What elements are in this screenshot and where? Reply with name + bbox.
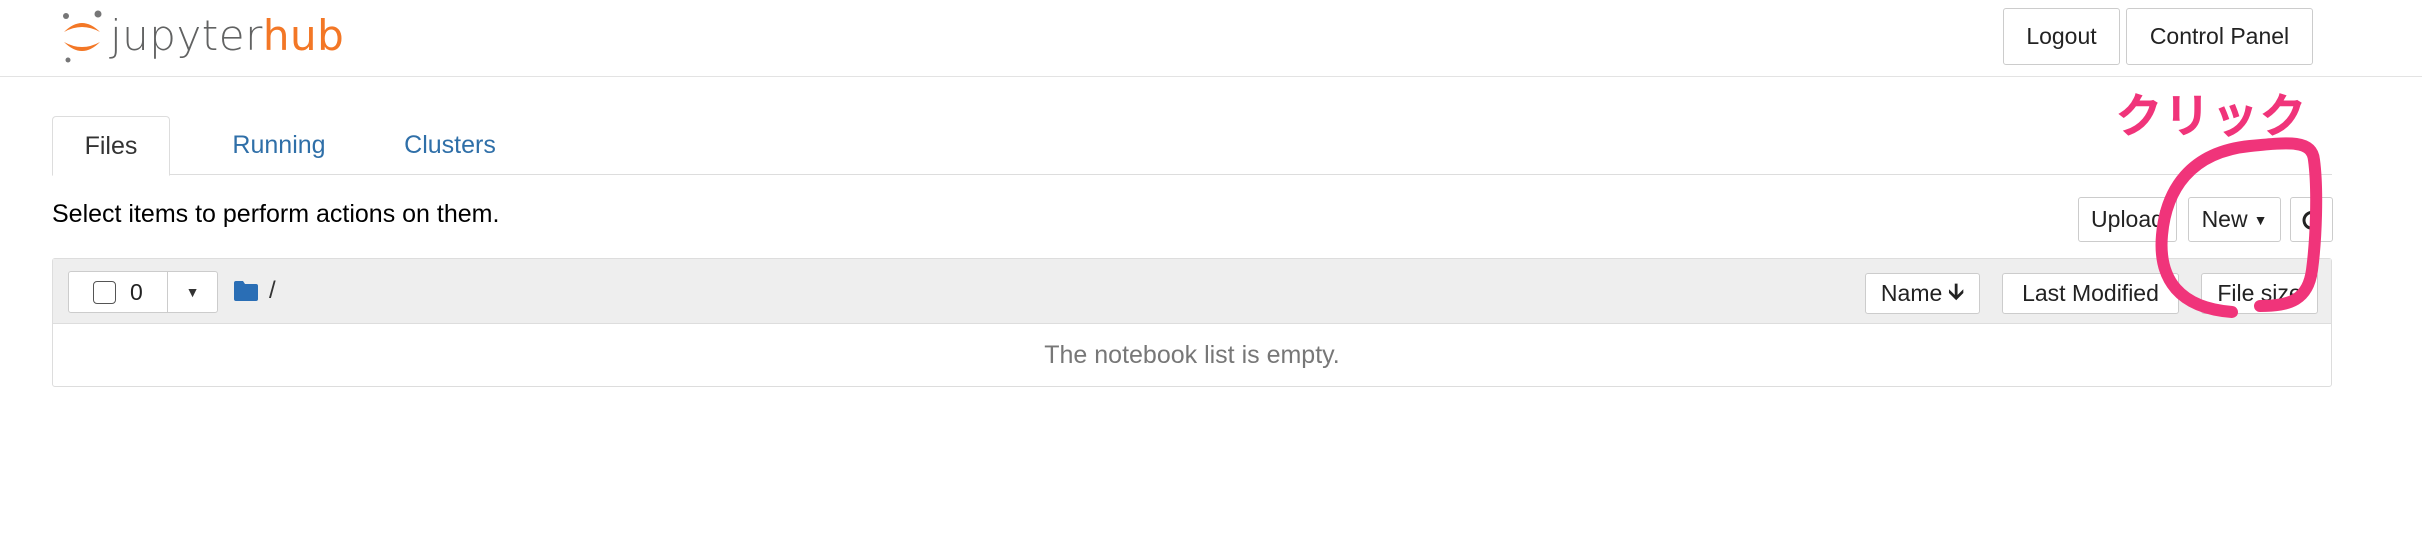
select-all-toggle[interactable]: 0	[69, 272, 168, 312]
annotation-circle-mark	[2155, 137, 2323, 318]
jupyter-logo-icon	[63, 10, 102, 63]
notebook-list-header: 0 ▼ / Name 🡫 Last Modified File size	[53, 259, 2331, 324]
selected-count: 0	[130, 278, 143, 305]
empty-list-message: The notebook list is empty.	[1044, 341, 1340, 369]
select-all-checkbox[interactable]	[93, 280, 116, 304]
breadcrumb-root[interactable]: /	[269, 277, 276, 305]
top-header: jupyterhub Logout Control Panel	[0, 0, 2422, 77]
select-all-group: 0 ▼	[68, 271, 218, 313]
logo-text-hub: hub	[262, 11, 345, 60]
arrow-down-icon: 🡫	[1948, 278, 1965, 304]
logout-button[interactable]: Logout	[2003, 8, 2120, 65]
jupyterhub-logo[interactable]: jupyterhub	[60, 4, 344, 68]
logo-text-jupyter: jupyter	[110, 11, 263, 60]
folder-icon	[234, 281, 258, 301]
breadcrumb[interactable]: /	[233, 277, 276, 305]
sort-name-label: Name	[1880, 280, 1943, 306]
tab-running[interactable]: Running	[189, 116, 369, 175]
sort-by-name-button[interactable]: Name 🡫	[1865, 273, 1980, 314]
control-panel-button[interactable]: Control Panel	[2126, 8, 2313, 65]
logo-wordmark: jupyterhub	[110, 15, 344, 57]
notebook-list: 0 ▼ / Name 🡫 Last Modified File size The…	[52, 258, 2332, 387]
select-menu-dropdown[interactable]: ▼	[168, 272, 217, 312]
tab-clusters[interactable]: Clusters	[366, 116, 534, 175]
caret-down-icon: ▼	[185, 284, 200, 300]
tab-bar: Files Running Clusters	[52, 116, 2332, 176]
selection-hint: Select items to perform actions on them.	[52, 200, 500, 228]
tab-files[interactable]: Files	[52, 116, 170, 176]
